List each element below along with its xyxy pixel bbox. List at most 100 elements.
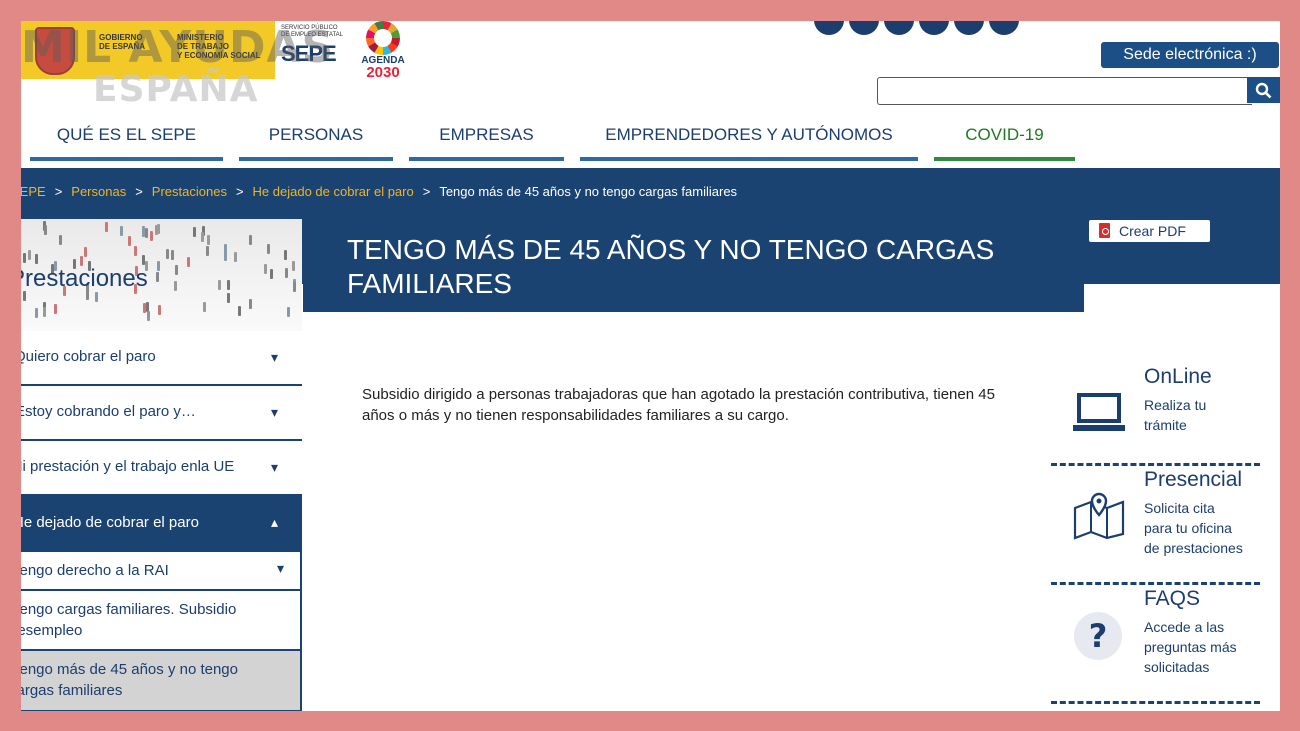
crowd-figure — [292, 261, 295, 271]
crowd-figure — [145, 228, 148, 238]
crowd-figure — [287, 307, 290, 317]
breadcrumb: SEPE>Personas>Prestaciones>He dejado de … — [21, 184, 737, 199]
sidebar-subitem-mas-45[interactable]: Tengo más de 45 años y no tengo cargas f… — [21, 651, 302, 711]
breadcrumb-sepe[interactable]: SEPE — [21, 184, 46, 199]
crowd-figure — [227, 293, 230, 303]
laptop-icon — [1073, 393, 1125, 431]
crowd-figure — [128, 236, 131, 246]
crowd-figure — [166, 249, 169, 259]
crowd-figure — [134, 246, 137, 256]
crowd-figure — [264, 264, 267, 274]
page-frame: GOBIERNO DE ESPAÑA MINISTERIO DE TRABAJO… — [21, 21, 1280, 711]
crowd-figure — [238, 306, 241, 316]
crowd-figure — [142, 226, 145, 236]
crowd-figure — [249, 235, 252, 245]
crowd-figure — [284, 250, 287, 260]
svg-text:?: ? — [1089, 617, 1108, 655]
crowd-figure — [224, 251, 227, 261]
search-input[interactable] — [877, 77, 1252, 105]
sidebar-subitem-cargas[interactable]: Tengo cargas familiares. Subsidio desemp… — [21, 591, 302, 651]
crowd-figure — [201, 232, 204, 242]
crowd-figure — [270, 269, 273, 279]
contact-channels: OnLine Realiza tu trámite Presencial Soli… — [1051, 365, 1260, 704]
nav-covid-19[interactable]: COVID-19 — [934, 121, 1075, 161]
crowd-figure — [193, 227, 196, 237]
crear-pdf-button[interactable]: Crear PDF — [1089, 220, 1210, 242]
intro-text: Subsidio dirigido a personas trabajadora… — [362, 386, 995, 424]
breadcrumb-personas[interactable]: Personas — [71, 184, 126, 199]
crowd-figure — [156, 272, 159, 282]
crowd-figure — [54, 304, 57, 314]
crowd-figure — [147, 311, 150, 321]
youtube-icon[interactable] — [919, 21, 949, 35]
crowd-figure — [142, 255, 145, 265]
channel-faqs[interactable]: ? FAQS Accede a las preguntas más solicita… — [1051, 587, 1260, 704]
crowd-figure — [105, 222, 108, 232]
sidebar-subitem-rai[interactable]: Tengo derecho a la RAI ▾ — [21, 552, 302, 591]
crowd-figure — [249, 299, 252, 309]
crowd-figure — [285, 268, 288, 278]
map-pin-icon — [1073, 492, 1125, 540]
sidebar-item-quiero-cobrar[interactable]: Quiero cobrar el paro ▾ — [21, 331, 302, 386]
sidebar-item-prestacion-ue[interactable]: Mi prestación y el trabajo enla UE ▾ — [21, 441, 302, 496]
search-icon — [1255, 82, 1272, 99]
crowd-figure — [206, 246, 209, 256]
crowd-figure — [207, 235, 210, 245]
breadcrumb-prestaciones[interactable]: Prestaciones — [152, 184, 227, 199]
crowd-figure — [175, 265, 178, 275]
nav-que-es-el-sepe[interactable]: QUÉ ES EL SEPE — [30, 121, 223, 161]
crowd-figure — [157, 261, 160, 271]
channel-online[interactable]: OnLine Realiza tu trámite — [1051, 365, 1260, 466]
crowd-figure — [227, 280, 230, 290]
channel-presencial[interactable]: Presencial Solicita cita para tu oficina d… — [1051, 468, 1260, 585]
social-links — [814, 21, 1019, 35]
chevron-down-icon: ▾ — [271, 459, 279, 475]
email-icon[interactable] — [954, 21, 984, 35]
crowd-figure — [120, 226, 123, 236]
twitter-icon[interactable] — [814, 21, 844, 35]
sidebar-heading: Prestaciones — [21, 265, 148, 292]
chevron-down-icon: ▾ — [271, 349, 279, 365]
sidebar-item-estoy-cobrando[interactable]: Estoy cobrando el paro y… ▾ — [21, 386, 302, 441]
linkedin-icon[interactable] — [884, 21, 914, 35]
crowd-figure — [95, 292, 98, 302]
crowd-figure — [43, 307, 46, 317]
sidebar-menu: Quiero cobrar el paro ▾ Estoy cobrando e… — [21, 331, 302, 711]
question-icon: ? — [1074, 612, 1122, 660]
crowd-figure — [293, 282, 296, 292]
crowd-figure — [150, 231, 153, 241]
crowd-figure — [234, 252, 237, 262]
chevron-down-icon: ▾ — [277, 560, 285, 576]
crowd-figure — [35, 308, 38, 318]
crowd-figure — [267, 244, 270, 254]
search-button[interactable] — [1247, 77, 1280, 103]
pdf-icon — [1099, 223, 1110, 238]
chevron-down-icon: ▾ — [271, 404, 279, 420]
crowd-figure — [171, 250, 174, 260]
breadcrumb-current: Tengo más de 45 años y no tengo cargas f… — [439, 184, 738, 199]
crowd-figure — [35, 254, 38, 264]
crowd-figure — [84, 247, 87, 257]
facebook-icon[interactable] — [849, 21, 879, 35]
crowd-figure — [44, 225, 47, 235]
crowd-figure — [158, 305, 161, 315]
page-title: TENGO MÁS DE 45 AÑOS Y NO TENGO CARGAS F… — [347, 234, 995, 299]
crowd-figure — [203, 302, 206, 312]
sdg-wheel-icon — [366, 21, 400, 55]
crowd-figure — [23, 253, 26, 263]
crowd-figure — [174, 281, 177, 291]
crowd-figure — [28, 250, 31, 260]
nav-personas[interactable]: PERSONAS — [239, 121, 393, 161]
crowd-figure — [218, 280, 221, 290]
crowd-figure — [187, 257, 190, 267]
chevron-up-icon: ▴ — [271, 514, 279, 530]
breadcrumb-he-dejado[interactable]: He dejado de cobrar el paro — [253, 184, 414, 199]
nav-emprendedores[interactable]: EMPRENDEDORES Y AUTÓNOMOS — [580, 121, 918, 161]
watermark: MIL AYUDAS ESPAÑA — [21, 22, 335, 110]
crowd-figure — [143, 303, 146, 313]
sede-electronica-button[interactable]: Sede electrónica :) — [1101, 42, 1279, 68]
sidebar-item-he-dejado[interactable]: He dejado de cobrar el paro ▴ — [21, 496, 302, 552]
agenda-2030-logo[interactable]: AGENDA 2030 — [359, 21, 407, 80]
nav-empresas[interactable]: EMPRESAS — [409, 121, 564, 161]
rss-icon[interactable] — [989, 21, 1019, 35]
